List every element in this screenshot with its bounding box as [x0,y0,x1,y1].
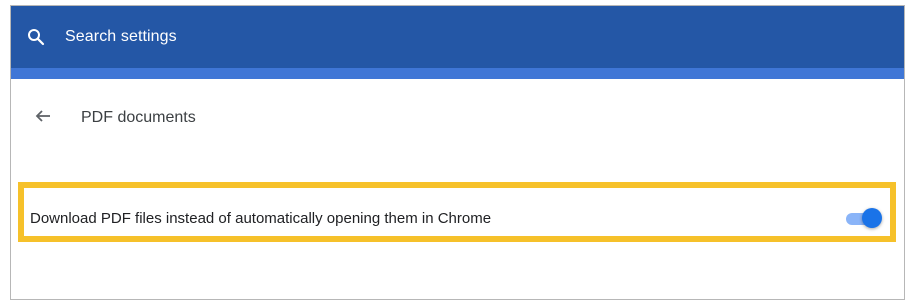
subpage-header: PDF documents [11,98,904,138]
pdf-download-setting-row[interactable]: Download PDF files instead of automatica… [30,194,884,242]
header-strip [11,68,904,79]
pdf-download-toggle[interactable] [844,208,882,228]
toggle-knob [862,208,882,228]
back-button[interactable] [25,100,61,136]
settings-window: Search settings PDF documents Download P… [10,5,905,300]
search-header: Search settings [11,6,904,68]
search-input[interactable]: Search settings [11,6,904,68]
page-title: PDF documents [81,109,196,126]
arrow-left-icon [34,107,52,130]
setting-label: Download PDF files instead of automatica… [30,209,492,227]
search-placeholder: Search settings [65,28,177,45]
search-icon [27,28,45,46]
